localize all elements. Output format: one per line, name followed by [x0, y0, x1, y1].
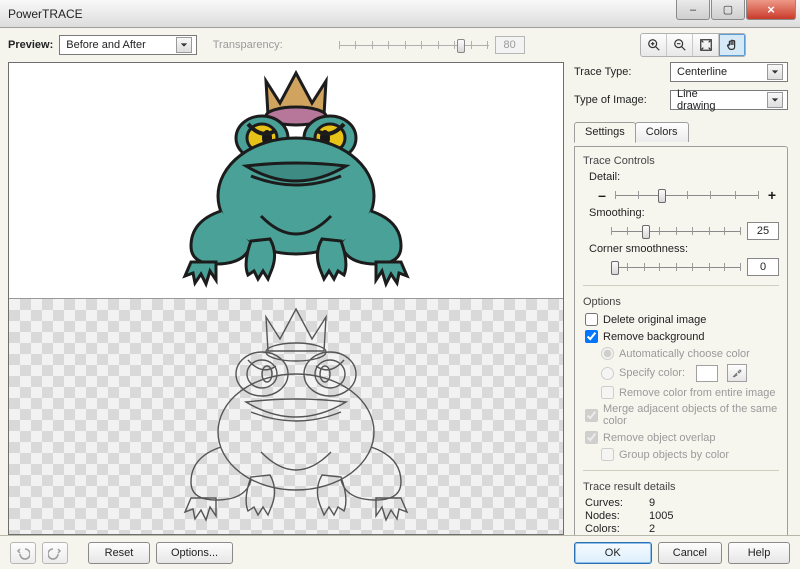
options-title: Options	[583, 296, 779, 308]
minimize-button[interactable]: –	[676, 0, 710, 20]
settings-panel: Trace Type: Centerline Type of Image: Li…	[564, 62, 794, 535]
remove-overlap-check: Remove object overlap	[583, 430, 779, 445]
image-type-value: Line drawing	[677, 88, 737, 112]
detail-label: Detail:	[583, 171, 779, 183]
preview-before[interactable]	[9, 63, 563, 298]
pan-button[interactable]	[719, 34, 745, 56]
window-title: PowerTRACE	[8, 7, 83, 21]
window-controls: – ▢ ×	[675, 0, 796, 20]
options-button[interactable]: Options...	[156, 542, 233, 564]
group-by-color-check: Group objects by color	[583, 447, 779, 462]
tab-settings[interactable]: Settings	[574, 122, 636, 143]
chevron-down-icon	[767, 92, 783, 108]
trace-type-label: Trace Type:	[574, 66, 660, 78]
traced-image	[136, 302, 436, 532]
reset-button[interactable]: Reset	[88, 542, 150, 564]
zoom-in-button[interactable]	[641, 34, 667, 56]
trace-results: Curves:9 Nodes:1005 Colors:2	[583, 497, 779, 536]
ok-button[interactable]: OK	[574, 542, 652, 564]
results-title: Trace result details	[583, 481, 779, 493]
close-button[interactable]: ×	[746, 0, 796, 20]
toolbar: Preview: Before and After Transparency: …	[0, 28, 800, 62]
corner-value[interactable]: 0	[747, 258, 779, 276]
delete-original-check[interactable]: Delete original image	[583, 312, 779, 327]
image-type-select[interactable]: Line drawing	[670, 90, 788, 110]
tab-colors[interactable]: Colors	[635, 122, 689, 142]
specify-color-radio: Specify color:	[583, 363, 779, 383]
smoothing-value[interactable]: 25	[747, 222, 779, 240]
smoothing-slider[interactable]	[611, 221, 741, 241]
smoothing-label: Smoothing:	[583, 207, 779, 219]
curves-value: 9	[649, 497, 655, 509]
source-image	[136, 66, 436, 296]
settings-tab-content: Trace Controls Detail: – + Smoothing:	[574, 146, 788, 545]
redo-button[interactable]	[42, 542, 68, 564]
cancel-button[interactable]: Cancel	[658, 542, 722, 564]
main-area: Trace Type: Centerline Type of Image: Li…	[0, 62, 800, 535]
tabs: Settings Colors	[574, 122, 788, 142]
trace-controls-title: Trace Controls	[583, 155, 779, 167]
transparency-slider	[339, 36, 489, 54]
plus-icon: +	[765, 187, 779, 203]
chevron-down-icon	[767, 64, 783, 80]
preview-mode-value: Before and After	[66, 39, 146, 51]
nodes-value: 1005	[649, 510, 673, 522]
remove-background-check[interactable]: Remove background	[583, 329, 779, 344]
color-swatch	[696, 365, 718, 382]
fit-button[interactable]	[693, 34, 719, 56]
bottom-bar: Reset Options... OK Cancel Help	[0, 535, 800, 569]
eyedropper-button	[727, 364, 747, 382]
detail-slider[interactable]	[615, 185, 759, 205]
transparency-label: Transparency:	[213, 39, 283, 51]
maximize-button[interactable]: ▢	[711, 0, 745, 20]
remove-entire-check: Remove color from entire image	[583, 385, 779, 400]
minus-icon: –	[595, 187, 609, 203]
preview-after[interactable]	[9, 298, 563, 534]
undo-button[interactable]	[10, 542, 36, 564]
help-button[interactable]: Help	[728, 542, 790, 564]
preview-label: Preview:	[8, 39, 53, 51]
transparency-value: 80	[495, 36, 525, 54]
preview-pane	[8, 62, 564, 535]
title-bar: PowerTRACE – ▢ ×	[0, 0, 800, 28]
trace-type-value: Centerline	[677, 66, 727, 78]
corner-label: Corner smoothness:	[583, 243, 779, 255]
colors-value: 2	[649, 523, 655, 535]
merge-adjacent-check: Merge adjacent objects of the same color	[583, 402, 779, 428]
trace-type-select[interactable]: Centerline	[670, 62, 788, 82]
zoom-toolgroup	[640, 33, 746, 57]
zoom-out-button[interactable]	[667, 34, 693, 56]
preview-mode-select[interactable]: Before and After	[59, 35, 197, 55]
image-type-label: Type of Image:	[574, 94, 660, 106]
chevron-down-icon	[176, 37, 192, 53]
auto-color-radio: Automatically choose color	[583, 346, 779, 361]
corner-slider[interactable]	[611, 257, 741, 277]
